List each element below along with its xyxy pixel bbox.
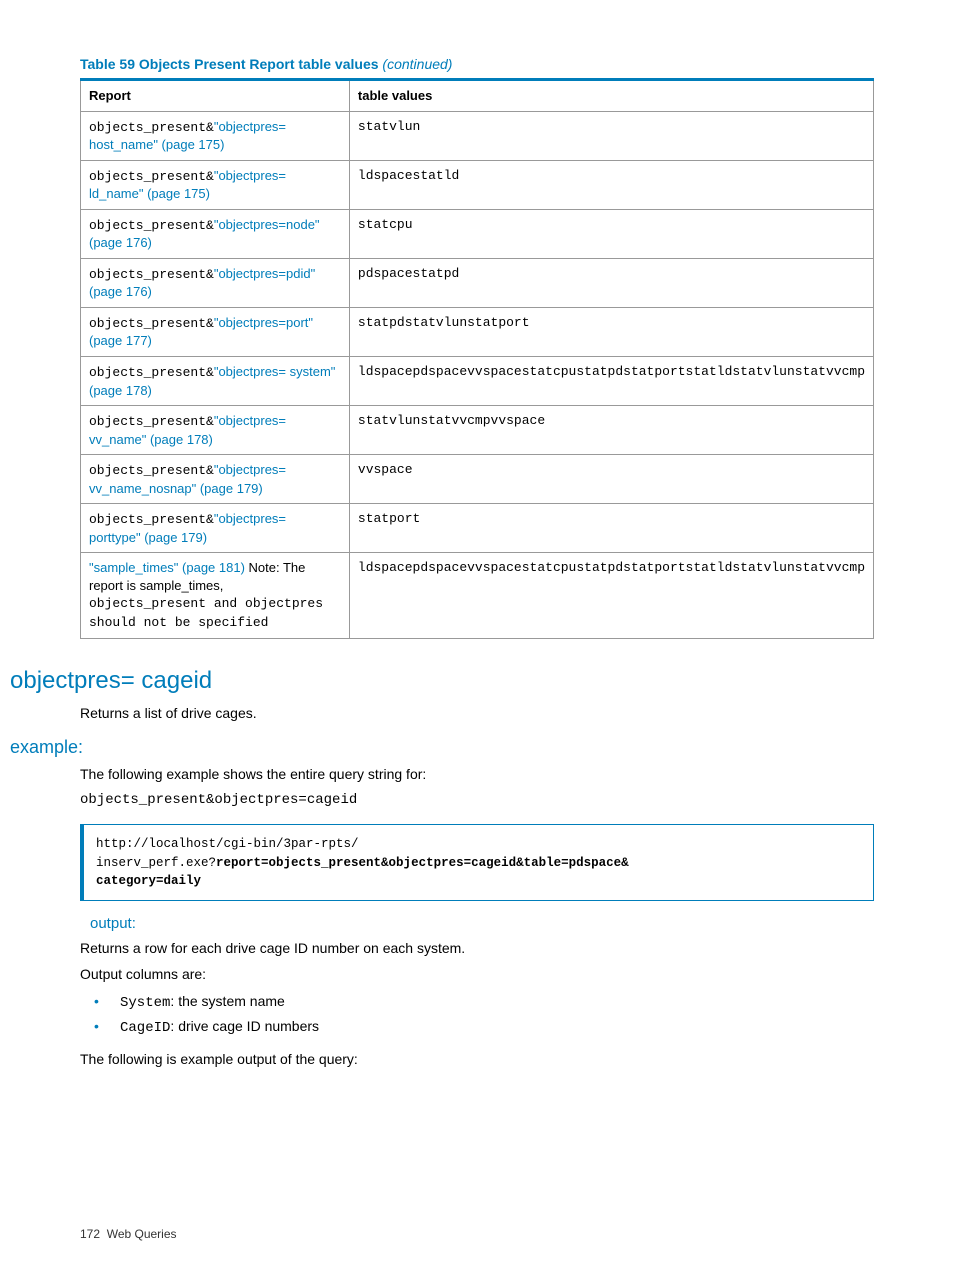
report-link[interactable]: "sample_times" (page 181) xyxy=(89,560,245,575)
output-columns-list: System: the system name CageID: drive ca… xyxy=(80,990,874,1039)
report-prefix: objects_present& xyxy=(89,267,214,282)
table-row: objects_present&"objectpres=port" (page … xyxy=(81,307,874,356)
code-line-bold: category=daily xyxy=(96,874,201,888)
report-prefix: objects_present& xyxy=(89,169,214,184)
example-query-string: objects_present&objectpres=cageid xyxy=(80,790,874,810)
table-value: pdspacestatpd xyxy=(349,258,873,307)
table-value: statvlunstatvvcmpvvspace xyxy=(349,406,873,455)
table-caption-main: Table 59 Objects Present Report table va… xyxy=(80,56,379,72)
report-prefix: objects_present& xyxy=(89,120,214,135)
code-line: http://localhost/cgi-bin/3par-rpts/ xyxy=(96,837,359,851)
report-prefix: objects_present& xyxy=(89,218,214,233)
table-value: vvspace xyxy=(349,455,873,504)
report-prefix: objects_present& xyxy=(89,316,214,331)
code-line-prefix: inserv_perf.exe? xyxy=(96,856,216,870)
table-row: objects_present&"objectpres= vv_name_nos… xyxy=(81,455,874,504)
output-heading: output: xyxy=(90,915,874,932)
table-value: statpdstatvlunstatport xyxy=(349,307,873,356)
output-desc-1: Returns a row for each drive cage ID num… xyxy=(80,938,874,958)
column-desc: : drive cage ID numbers xyxy=(170,1018,319,1034)
page-number: 172 xyxy=(80,1227,100,1241)
report-prefix: objects_present& xyxy=(89,365,214,380)
table-row: objects_present&"objectpres=pdid" (page … xyxy=(81,258,874,307)
table-value: statvlun xyxy=(349,111,873,160)
output-desc-2: Output columns are: xyxy=(80,964,874,984)
table-value: statport xyxy=(349,504,873,553)
table-row: objects_present&"objectpres=node" (page … xyxy=(81,209,874,258)
col-header-values: table values xyxy=(349,80,873,112)
example-heading: example: xyxy=(10,737,874,758)
output-followup: The following is example output of the q… xyxy=(80,1049,874,1069)
list-item: System: the system name xyxy=(94,990,874,1014)
table-caption-continued: (continued) xyxy=(382,56,452,72)
section-description: Returns a list of drive cages. xyxy=(80,703,874,723)
objects-present-table: Report table values objects_present&"obj… xyxy=(80,78,874,639)
table-value: statcpu xyxy=(349,209,873,258)
table-row: objects_present&"objectpres= porttype" (… xyxy=(81,504,874,553)
page-footer: 172 Web Queries xyxy=(80,1227,177,1241)
col-header-report: Report xyxy=(81,80,350,112)
column-desc: : the system name xyxy=(170,993,284,1009)
report-prefix: objects_present& xyxy=(89,512,214,527)
code-example-box: http://localhost/cgi-bin/3par-rpts/ inse… xyxy=(80,824,874,900)
table-value: ldspacepdspacevvspacestatcpustatpdstatpo… xyxy=(349,357,873,406)
report-note-code: objects_present and objectpres should no… xyxy=(89,596,323,630)
table-row: objects_present&"objectpres= host_name" … xyxy=(81,111,874,160)
table-value: ldspacestatld xyxy=(349,160,873,209)
report-prefix: objects_present& xyxy=(89,414,214,429)
code-line-bold: report=objects_present&objectpres=cageid… xyxy=(216,856,629,870)
example-intro: The following example shows the entire q… xyxy=(80,764,874,784)
table-row: objects_present&"objectpres= vv_name" (p… xyxy=(81,406,874,455)
footer-title: Web Queries xyxy=(107,1227,177,1241)
table-row: objects_present&"objectpres= system" (pa… xyxy=(81,357,874,406)
column-code: CageID xyxy=(120,1020,170,1036)
table-row: "sample_times" (page 181) Note: The repo… xyxy=(81,553,874,638)
report-prefix: objects_present& xyxy=(89,463,214,478)
column-code: System xyxy=(120,995,170,1011)
table-row: objects_present&"objectpres= ld_name" (p… xyxy=(81,160,874,209)
list-item: CageID: drive cage ID numbers xyxy=(94,1015,874,1039)
table-caption: Table 59 Objects Present Report table va… xyxy=(80,56,874,72)
table-value: ldspacepdspacevvspacestatcpustatpdstatpo… xyxy=(349,553,873,638)
section-heading-objectpres-cageid: objectpres= cageid xyxy=(10,667,874,695)
